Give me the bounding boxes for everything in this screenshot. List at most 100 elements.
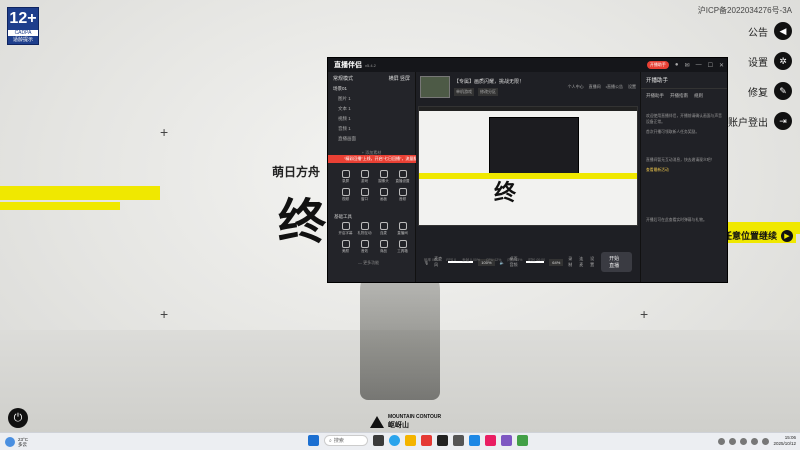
- app-icon[interactable]: [453, 435, 464, 446]
- tray-chevron-icon[interactable]: [718, 437, 726, 445]
- source-item[interactable]: 直播画面: [328, 134, 415, 144]
- gear-icon: ✲: [774, 52, 792, 70]
- preview-topbar: [419, 107, 637, 111]
- streaming-app-window[interactable]: 直播伴侣 v5.4.2 开播助手 ● ✉ — ☐ ✕ 常规模式 横屏 竖屏 场景…: [327, 57, 728, 283]
- file-explorer-icon[interactable]: [405, 435, 416, 446]
- download-icon: [398, 170, 407, 178]
- preview-yellow-stripe: [419, 173, 637, 179]
- app-icon[interactable]: [437, 435, 448, 446]
- avatar-icon[interactable]: ●: [675, 62, 679, 68]
- tool-gift[interactable]: 礼物互动: [355, 222, 374, 236]
- gamepad-icon: [360, 170, 369, 178]
- tool-live-room[interactable]: 直播间: [393, 222, 412, 236]
- record-button[interactable]: 录制: [568, 256, 574, 268]
- tool-sound-effect[interactable]: 音效: [355, 240, 374, 254]
- source-item[interactable]: 文本 1: [328, 104, 415, 114]
- category-tag[interactable]: 单机游戏: [454, 88, 474, 96]
- tool-screen-record[interactable]: 录屏: [336, 170, 355, 184]
- assistant-text: 直播间暂无互动消息，快去邀请观众吧！: [646, 158, 715, 162]
- stream-info-header: 【专属】画质闪耀，挑战无限！ 单机游戏 修改分区 个人中心 直播间 •直播公告 …: [416, 72, 640, 102]
- close-icon[interactable]: ✕: [719, 62, 724, 69]
- system-clock[interactable]: 15:06 2025/10/12: [773, 435, 796, 447]
- video-icon: [341, 188, 350, 196]
- mail-icon[interactable]: ✉: [685, 62, 690, 69]
- tool-label: 摄像头: [378, 179, 389, 183]
- app-icon[interactable]: [517, 435, 528, 446]
- tool-toolbox[interactable]: 工具箱: [393, 240, 412, 254]
- mode-dropdown[interactable]: 常规模式: [333, 75, 353, 82]
- menu-announcement[interactable]: 公告 ◀: [702, 16, 792, 46]
- app-version: v5.4.2: [365, 62, 376, 68]
- more-features-button[interactable]: — 更多功能: [358, 260, 379, 266]
- header-link[interactable]: 设置: [628, 84, 636, 90]
- tool-beauty[interactable]: 美颜: [336, 240, 355, 254]
- source-item[interactable]: 视频 1: [328, 114, 415, 124]
- app-icon[interactable]: [421, 435, 432, 446]
- weather-widget[interactable]: 23°C 多云: [0, 436, 28, 447]
- app-logo: 直播伴侣: [334, 62, 362, 69]
- taskbar-search[interactable]: ⌕ 搜索: [324, 435, 368, 446]
- live-preview-canvas[interactable]: 终: [418, 106, 638, 226]
- tab-assistant[interactable]: 开播助手: [646, 93, 664, 99]
- subtitle-icon: [341, 222, 350, 230]
- tool-window[interactable]: 窗口: [355, 188, 374, 202]
- mountain-logo-cn: 岖岈山: [388, 422, 409, 429]
- tool-subtitle[interactable]: 开启字幕: [336, 222, 355, 236]
- tool-drawboard[interactable]: 画板: [374, 188, 393, 202]
- wrench-icon: ✎: [774, 82, 792, 100]
- change-category-tag[interactable]: 修改分区: [478, 88, 498, 96]
- windows-taskbar: 23°C 多云 ⌕ 搜索 15:06 2025/10/12: [0, 432, 800, 450]
- app-icon[interactable]: [469, 435, 480, 446]
- assistant-title: 开播助手: [641, 72, 727, 89]
- stream-cover-thumbnail[interactable]: [420, 76, 450, 98]
- tool-video[interactable]: 视频: [336, 188, 355, 202]
- app-icon[interactable]: [485, 435, 496, 446]
- header-link[interactable]: •直播公告: [606, 84, 623, 90]
- tool-game[interactable]: 游戏: [355, 170, 374, 184]
- source-item[interactable]: 音频 1: [328, 124, 415, 134]
- header-links: 个人中心 直播间 •直播公告 设置: [568, 84, 640, 90]
- status-duration: 时长 00:00: [528, 258, 546, 262]
- tab-landscape[interactable]: 横屏: [389, 76, 399, 82]
- co-host-button[interactable]: 连麦: [579, 256, 585, 268]
- header-link[interactable]: 直播间: [589, 84, 601, 90]
- edge-icon[interactable]: [389, 435, 400, 446]
- assistant-text: 开播后可在此查看实时弹幕与礼物。: [646, 218, 707, 222]
- minimize-icon[interactable]: —: [696, 62, 702, 68]
- tool-audio[interactable]: 音频: [393, 188, 412, 202]
- activity-link[interactable]: 查看最新活动: [641, 165, 727, 175]
- header-link[interactable]: 个人中心: [568, 84, 584, 90]
- tab-portrait[interactable]: 竖屏: [400, 76, 410, 82]
- play-arrow-icon: ▶: [781, 229, 793, 242]
- tool-live-settings[interactable]: 直播设置: [393, 170, 412, 184]
- start-icon[interactable]: [308, 435, 319, 446]
- stream-title[interactable]: 【专属】画质闪耀，挑战无限！: [454, 78, 524, 85]
- tab-guide[interactable]: 开播指南: [670, 93, 688, 99]
- tab-rules[interactable]: 规则: [694, 93, 703, 99]
- tray-app-icon[interactable]: [740, 437, 748, 445]
- nested-window-preview: [489, 117, 579, 175]
- co-host-icon: [379, 222, 388, 230]
- volume-icon[interactable]: [762, 437, 770, 445]
- app-icon[interactable]: [501, 435, 512, 446]
- power-icon[interactable]: ⏻: [8, 408, 28, 428]
- start-live-button[interactable]: 开始直播: [601, 252, 633, 272]
- tool-label: 画板: [380, 197, 387, 201]
- continue-button[interactable]: 任意位置继续 ▶: [719, 228, 796, 243]
- maximize-icon[interactable]: ☐: [708, 62, 713, 69]
- yellow-stripe-thin: [0, 202, 120, 210]
- tool-product[interactable]: 商品: [374, 240, 393, 254]
- source-item[interactable]: 图片 1: [328, 94, 415, 104]
- stream-status-row: 码率 0kb/s FPS 0 丢帧 0.00% CPU 12% 内存 63% 时…: [424, 258, 545, 263]
- rating-age: 12+: [9, 10, 37, 27]
- scene-title[interactable]: 场景01: [328, 84, 415, 94]
- tool-co-host[interactable]: 连麦: [374, 222, 393, 236]
- wifi-icon[interactable]: [751, 437, 759, 445]
- tool-camera[interactable]: 摄像头: [374, 170, 393, 184]
- tool-label: 礼物互动: [357, 231, 372, 235]
- live-assistant-pill[interactable]: 开播助手: [646, 61, 669, 69]
- task-view-icon[interactable]: [373, 435, 384, 446]
- settings-button[interactable]: 设置: [590, 256, 596, 268]
- status-memory: 内存 63%: [507, 258, 523, 262]
- tray-app-icon[interactable]: [729, 437, 737, 445]
